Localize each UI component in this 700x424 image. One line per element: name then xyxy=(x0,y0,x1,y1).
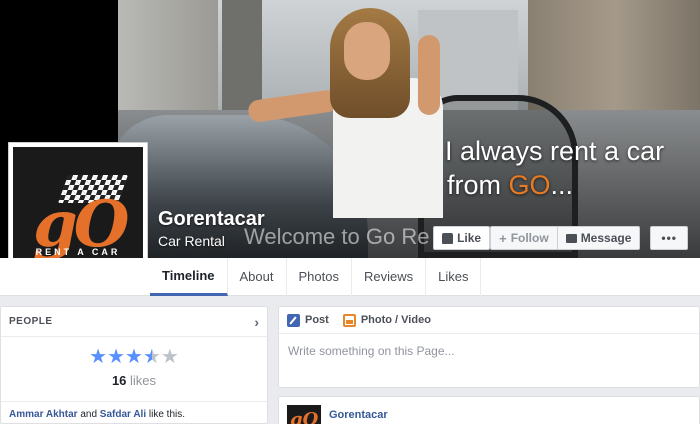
slogan-suffix: ... xyxy=(550,170,574,200)
tab-about[interactable]: About xyxy=(228,258,287,296)
friends-like-this: Ammar Akhtar and Safdar Ali like this. xyxy=(9,409,185,420)
people-title: PEOPLE xyxy=(9,316,53,327)
follow-label: Follow xyxy=(510,231,549,245)
post-tab-label: Post xyxy=(305,314,329,326)
woman-arm-raised xyxy=(418,35,440,115)
slogan-line-1: I always rent a car xyxy=(445,136,665,166)
photo-icon xyxy=(342,313,356,327)
tab-timeline[interactable]: Timeline xyxy=(150,258,228,296)
page-tab-bar: Timeline About Photos Reviews Likes xyxy=(0,258,700,296)
star-icon[interactable]: ★ xyxy=(107,346,125,368)
star-icon[interactable]: ★ xyxy=(89,346,107,368)
star-rating[interactable]: ★★★★★ xyxy=(1,347,267,368)
stars: ★★★★★ xyxy=(89,347,179,367)
post-composer: Post Photo / Video Write something on th… xyxy=(278,306,700,388)
friend-link[interactable]: Safdar Ali xyxy=(100,409,146,420)
tabs: Timeline About Photos Reviews Likes xyxy=(150,258,482,296)
thumbs-up-icon xyxy=(442,232,454,244)
star-icon[interactable]: ★ xyxy=(125,346,143,368)
tab-photos[interactable]: Photos xyxy=(287,258,352,296)
likes-number: 16 xyxy=(111,373,127,388)
tab-reviews[interactable]: Reviews xyxy=(352,258,427,296)
logo-subtext: RENT A CAR xyxy=(35,247,121,257)
composer-tabs: Post Photo / Video xyxy=(279,307,699,334)
star-icon[interactable]: ★ xyxy=(143,346,161,368)
welcome-watermark: Welcome to Go Re xyxy=(244,224,430,249)
friends-and: and xyxy=(77,409,100,420)
people-card: PEOPLE › ★★★★★ 16 likes Ammar Akhtar and… xyxy=(0,306,268,424)
slogan-prefix: from xyxy=(447,170,509,200)
slogan-brand: GO xyxy=(508,170,551,200)
like-button[interactable]: Like xyxy=(433,226,491,250)
friends-suffix: like this. xyxy=(146,409,186,420)
pencil-icon xyxy=(287,313,300,327)
message-label: Message xyxy=(580,231,632,245)
friend-link[interactable]: Ammar Akhtar xyxy=(9,409,78,420)
like-label: Like xyxy=(457,231,482,245)
likes-count: 16 likes xyxy=(1,373,267,388)
chevron-right-icon[interactable]: › xyxy=(254,314,259,330)
photo-tab-label: Photo / Video xyxy=(360,314,431,326)
composer-tab-post[interactable]: Post xyxy=(287,313,329,327)
more-options-button[interactable]: ••• xyxy=(650,226,688,250)
slogan-line-2: from GO... xyxy=(445,168,695,202)
message-button[interactable]: Message xyxy=(557,226,641,250)
secondary-actions: + Follow Message xyxy=(490,226,641,250)
follow-button[interactable]: + Follow xyxy=(490,226,558,250)
likes-label: likes xyxy=(130,373,157,388)
timeline-post: gO Gorentacar xyxy=(278,396,700,424)
composer-tab-photo-video[interactable]: Photo / Video xyxy=(342,313,431,327)
composer-input[interactable]: Write something on this Page... xyxy=(279,334,699,368)
people-header[interactable]: PEOPLE › xyxy=(1,307,267,337)
post-author[interactable]: Gorentacar xyxy=(329,409,388,421)
woman-face xyxy=(344,22,390,80)
chat-bubble-icon xyxy=(565,233,577,243)
star-icon[interactable]: ★ xyxy=(161,346,179,368)
building xyxy=(528,0,700,120)
page-actions: Like + Follow Message ••• xyxy=(433,226,688,250)
divider xyxy=(1,401,267,402)
cover-slogan: I always rent a car from GO... xyxy=(445,134,695,202)
page-title[interactable]: Gorentacar xyxy=(158,208,265,231)
avatar[interactable]: gO xyxy=(287,405,321,424)
plus-icon: + xyxy=(499,230,507,246)
avatar-logo-text: gO xyxy=(290,409,319,424)
tab-likes[interactable]: Likes xyxy=(426,258,482,296)
page-category[interactable]: Car Rental xyxy=(158,233,225,249)
